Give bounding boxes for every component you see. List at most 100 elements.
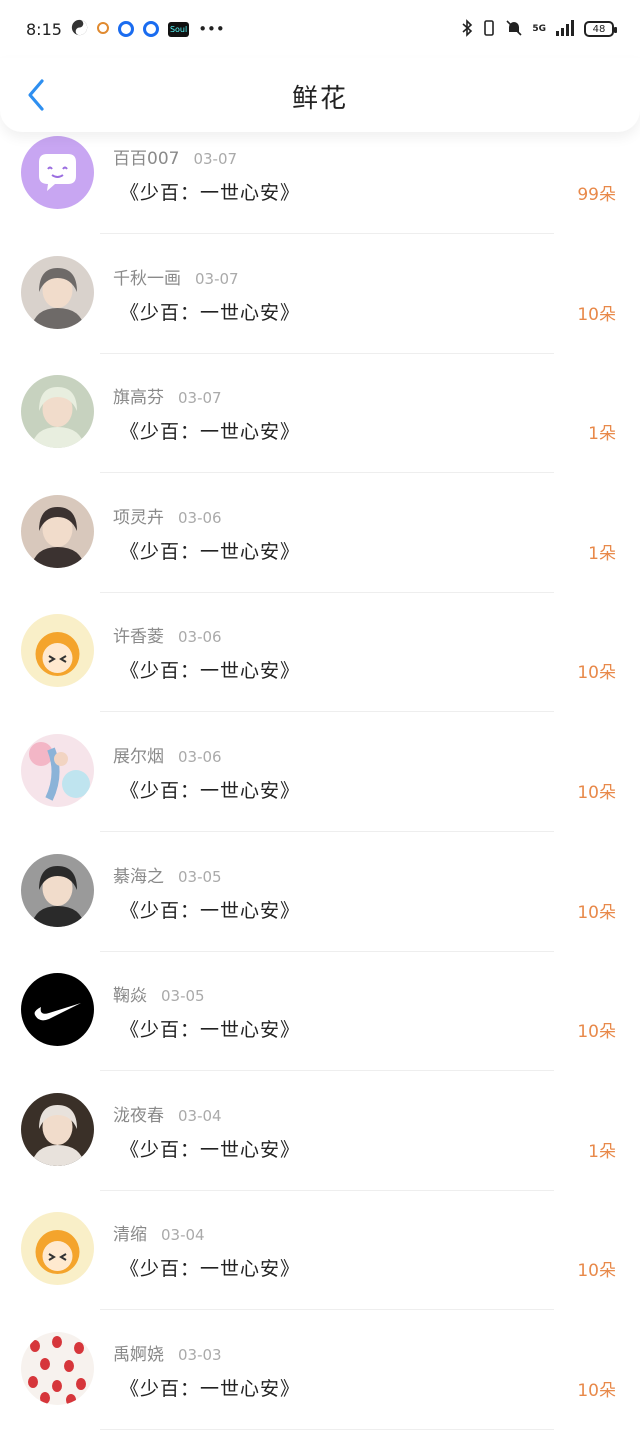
list-item[interactable]: 鞠焱 03-05 《少百：一世心安》 10朵 <box>0 957 640 1077</box>
gift-date: 03-05 <box>161 987 205 1006</box>
more-dots-icon: ••• <box>198 19 225 38</box>
network-type: 5G <box>532 24 546 34</box>
book-title[interactable]: 《少百：一世心安》 <box>120 896 300 923</box>
row-meta: 百百007 03-07 <box>113 144 237 169</box>
portrait-avatar[interactable] <box>21 1092 94 1166</box>
book-title[interactable]: 《少百：一世心安》 <box>120 1135 300 1162</box>
swoosh-logo-avatar[interactable] <box>21 973 94 1047</box>
list-item[interactable]: 许香菱 03-06 《少百：一世心安》 10朵 <box>0 598 640 718</box>
user-name[interactable]: 展尔烟 <box>113 747 164 767</box>
vibrate-icon <box>482 19 496 40</box>
user-name[interactable]: 千秋一画 <box>113 269 181 289</box>
divider <box>100 591 554 593</box>
flower-count: 10朵 <box>577 1380 616 1401</box>
row-meta: 綦海之 03-05 <box>113 862 222 887</box>
portrait-avatar[interactable] <box>21 494 94 568</box>
book-title[interactable]: 《少百：一世心安》 <box>120 1374 300 1401</box>
list-item[interactable]: 綦海之 03-05 《少百：一世心安》 10朵 <box>0 838 640 958</box>
book-title[interactable]: 《少百：一世心安》 <box>120 417 300 444</box>
flower-count: 10朵 <box>577 663 616 684</box>
flower-count: 1朵 <box>588 1141 616 1162</box>
status-bar: 8:15 Soul ••• 5G 48 <box>0 0 640 58</box>
strawberry-avatar[interactable] <box>21 1331 94 1405</box>
book-title[interactable]: 《少百：一世心安》 <box>120 776 300 803</box>
battery-indicator: 48 <box>584 21 617 37</box>
list-item[interactable]: 百百007 03-07 《少百：一世心安》 99朵 <box>0 120 640 240</box>
gift-date: 03-04 <box>161 1226 205 1245</box>
divider <box>100 711 554 713</box>
app-circle-icon <box>117 21 134 37</box>
gift-date: 03-06 <box>178 628 222 647</box>
user-name[interactable]: 项灵卉 <box>113 508 164 528</box>
divider <box>100 1309 554 1311</box>
user-name[interactable]: 百百007 <box>113 149 179 169</box>
flower-count: 1朵 <box>588 424 616 445</box>
divider <box>100 1189 554 1191</box>
row-meta: 泷夜春 03-04 <box>113 1101 222 1126</box>
coin-icon <box>96 21 109 37</box>
list-item[interactable]: 泷夜春 03-04 《少百：一世心安》 1朵 <box>0 1077 640 1197</box>
portrait-avatar[interactable] <box>21 375 94 449</box>
user-name[interactable]: 禹婀娆 <box>113 1345 164 1365</box>
user-name[interactable]: 綦海之 <box>113 867 164 887</box>
user-name[interactable]: 清缩 <box>113 1225 147 1245</box>
divider <box>100 233 554 234</box>
list-item[interactable]: 清缩 03-04 《少百：一世心安》 10朵 <box>0 1196 640 1316</box>
flower-count: 10朵 <box>577 304 616 325</box>
flower-count: 1朵 <box>588 543 616 564</box>
gift-record-list: 百百007 03-07 《少百：一世心安》 99朵 千秋一画 03-07 《少百：一… <box>0 120 640 1436</box>
chat-bubble-avatar[interactable] <box>21 136 94 209</box>
row-meta: 鞠焱 03-05 <box>113 981 205 1006</box>
divider <box>100 472 554 474</box>
list-item[interactable]: 旗高芬 03-07 《少百：一世心安》 1朵 <box>0 359 640 479</box>
row-meta: 展尔烟 03-06 <box>113 742 222 767</box>
divider <box>100 1070 554 1072</box>
divider <box>100 1428 554 1430</box>
gift-date: 03-07 <box>193 150 238 168</box>
book-title[interactable]: 《少百：一世心安》 <box>120 178 300 205</box>
yin-yang-icon <box>71 19 88 39</box>
divider <box>100 830 554 832</box>
user-name[interactable]: 鞠焱 <box>113 986 147 1006</box>
user-name[interactable]: 泷夜春 <box>113 1106 164 1126</box>
book-title[interactable]: 《少百：一世心安》 <box>120 656 300 683</box>
app-circle-icon <box>142 21 159 37</box>
gift-date: 03-04 <box>178 1106 222 1125</box>
portrait-avatar[interactable] <box>21 853 94 927</box>
divider <box>100 950 554 952</box>
list-item[interactable]: 千秋一画 03-07 《少百：一世心安》 10朵 <box>0 240 640 360</box>
list-item[interactable]: 禹婀娆 03-03 《少百：一世心安》 10朵 <box>0 1316 640 1436</box>
row-meta: 禹婀娆 03-03 <box>113 1340 222 1365</box>
row-meta: 千秋一画 03-07 <box>113 264 239 289</box>
cartoon-avatar[interactable] <box>21 1212 94 1286</box>
list-item[interactable]: 展尔烟 03-06 《少百：一世心安》 10朵 <box>0 718 640 838</box>
portrait-avatar[interactable] <box>21 255 94 329</box>
flower-count: 10朵 <box>577 782 616 803</box>
gift-date: 03-06 <box>178 747 222 766</box>
list-item[interactable]: 项灵卉 03-06 《少百：一世心安》 1朵 <box>0 479 640 599</box>
page-title: 鲜花 <box>291 84 348 114</box>
top-header: 鲜花 <box>0 58 640 132</box>
mute-bell-icon <box>505 19 523 40</box>
row-meta: 项灵卉 03-06 <box>113 503 222 528</box>
cartoon-avatar[interactable] <box>21 614 94 688</box>
gift-date: 03-06 <box>178 508 222 527</box>
book-title[interactable]: 《少百：一世心安》 <box>120 1254 300 1281</box>
row-meta: 旗高芬 03-07 <box>113 383 222 408</box>
row-meta: 清缩 03-04 <box>113 1220 205 1245</box>
book-title[interactable]: 《少百：一世心安》 <box>120 1015 300 1042</box>
flower-count: 10朵 <box>577 902 616 923</box>
book-title[interactable]: 《少百：一世心安》 <box>120 537 300 564</box>
signal-icon <box>555 19 575 40</box>
user-name[interactable]: 许香菱 <box>113 627 164 647</box>
gift-date: 03-07 <box>195 269 239 288</box>
flower-count: 99朵 <box>577 185 616 205</box>
gift-date: 03-07 <box>178 389 222 408</box>
gift-date: 03-03 <box>178 1345 222 1364</box>
user-name[interactable]: 旗高芬 <box>113 388 164 408</box>
flower-count: 10朵 <box>577 1261 616 1282</box>
book-title[interactable]: 《少百：一世心安》 <box>120 298 300 325</box>
status-time: 8:15 <box>26 19 62 39</box>
painting-avatar[interactable] <box>21 733 94 807</box>
soul-app-icon: Soul <box>167 21 190 37</box>
